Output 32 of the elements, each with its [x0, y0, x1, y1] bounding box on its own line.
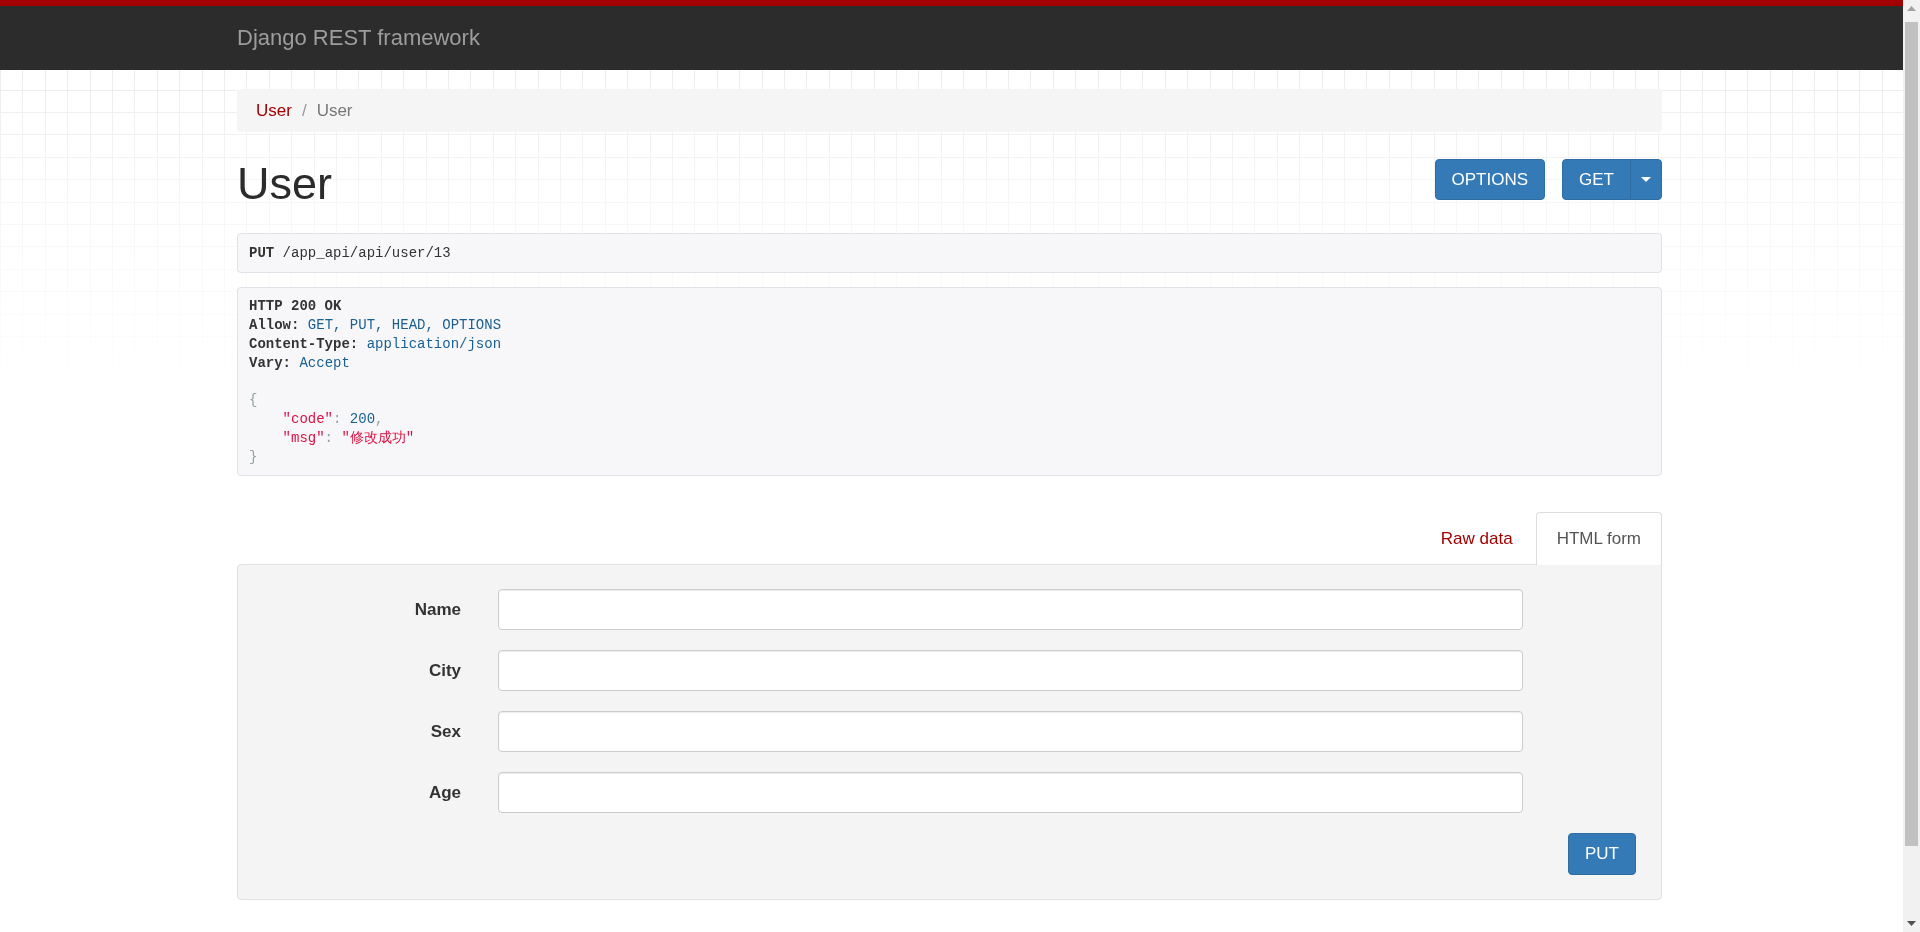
- json-brace: }: [249, 447, 258, 467]
- action-button[interactable]: OPTIONS: [1434, 159, 1546, 200]
- response-header: Vary: Accept: [249, 353, 350, 373]
- response-header: Content-Type: application/json: [249, 334, 502, 354]
- tab[interactable]: Raw data: [1419, 512, 1534, 566]
- json-brace: {: [249, 391, 258, 411]
- response-header: Allow: GET, PUT, HEAD, OPTIONS: [249, 316, 502, 335]
- dropdown-button[interactable]: [1630, 159, 1662, 200]
- json-line: "code": 200,: [282, 410, 384, 429]
- current-page-text: User: [316, 100, 353, 122]
- json-line: "msg": "修改成功": [282, 428, 415, 448]
- page-title: User: [237, 159, 332, 209]
- input-field[interactable]: [498, 589, 1523, 631]
- action-button[interactable]: GET: [1562, 159, 1631, 200]
- up-arrow-icon[interactable]: [1907, 6, 1916, 11]
- down-arrow-icon[interactable]: [1907, 921, 1916, 926]
- field-label: Sex: [430, 721, 461, 742]
- field-label: Age: [428, 782, 461, 803]
- input-field[interactable]: [498, 650, 1523, 692]
- breadcrumb-link[interactable]: User: [256, 98, 292, 123]
- input-field[interactable]: [498, 711, 1523, 753]
- field-label: City: [428, 660, 461, 681]
- scrollbar[interactable]: [1903, 0, 1920, 932]
- brand-link[interactable]: Django REST framework: [237, 24, 480, 50]
- input-field[interactable]: [498, 772, 1523, 814]
- field-label: Name: [414, 599, 461, 620]
- caret-icon: [1641, 177, 1651, 182]
- scrollbar-thumb[interactable]: [1905, 22, 1918, 846]
- tab[interactable]: HTML form: [1535, 512, 1662, 566]
- response-status: HTTP 200 OK: [249, 297, 342, 317]
- submit-button[interactable]: PUT: [1568, 833, 1636, 876]
- breadcrumb-separator: /: [301, 100, 307, 122]
